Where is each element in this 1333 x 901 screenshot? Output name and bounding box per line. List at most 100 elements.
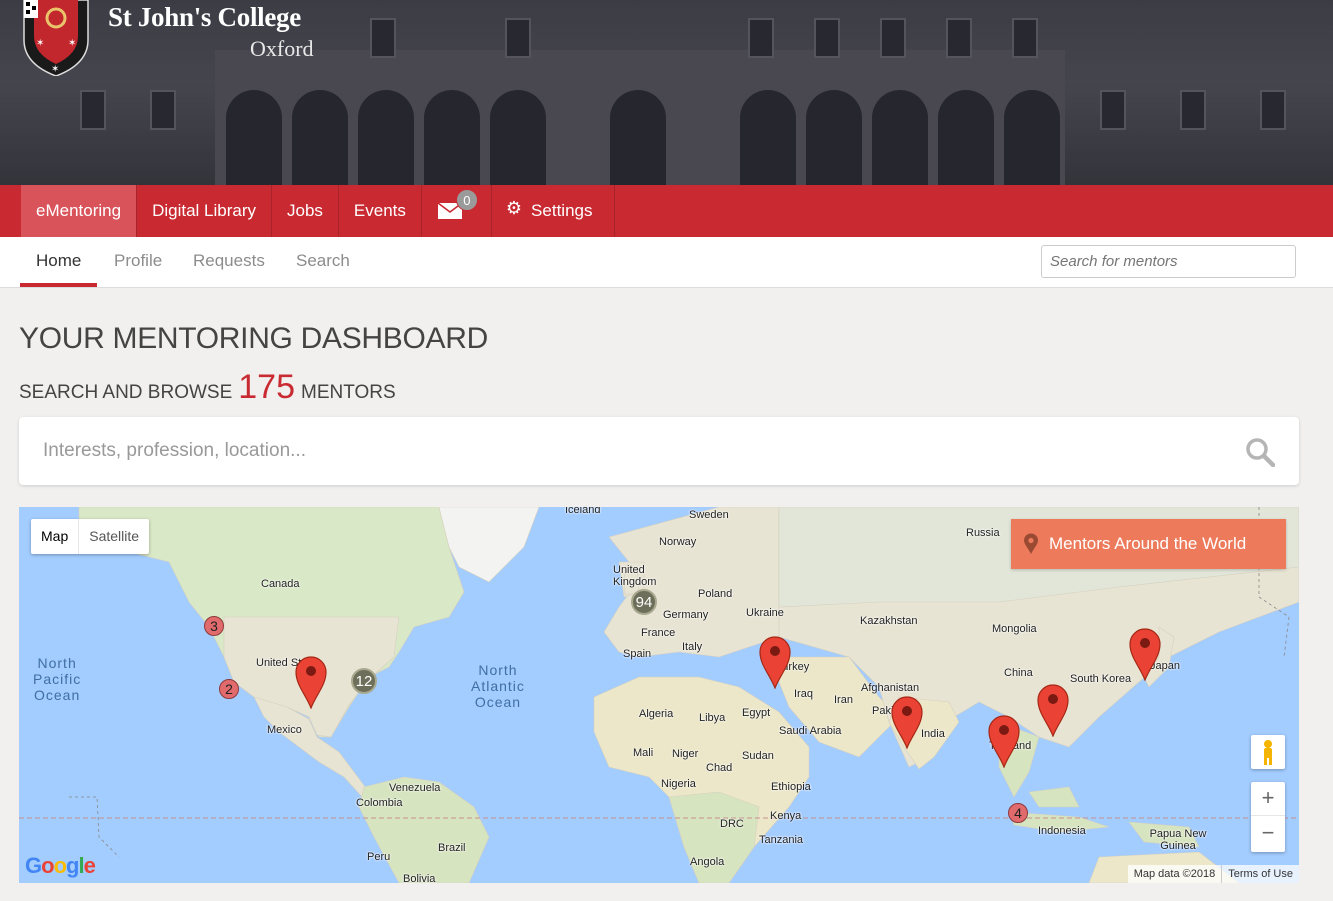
zoom-control: + −	[1251, 782, 1285, 852]
map-label: Egypt	[742, 707, 771, 719]
tab-profile[interactable]: Profile	[114, 237, 162, 287]
gear-icon: ⚙	[505, 198, 523, 218]
map-label: Colombia	[356, 797, 403, 809]
map-label: Nigeria	[661, 778, 696, 790]
mentors-around-world-label: Mentors Around the World	[1049, 534, 1247, 553]
map-marker-icon[interactable]	[1036, 683, 1070, 737]
map-label: Sudan	[742, 750, 774, 762]
map-label: Angola	[690, 856, 725, 868]
map-label: Kazakhstan	[860, 615, 918, 627]
map-label: Indonesia	[1038, 825, 1086, 837]
street-view-pegman[interactable]	[1251, 735, 1285, 769]
terms-of-use-link[interactable]: Terms of Use	[1221, 865, 1299, 883]
map-label: Venezuela	[389, 782, 441, 794]
main-navigation: eMentoring Digital Library Jobs Events 0…	[0, 185, 1333, 237]
college-crest-logo[interactable]: ✶ ✶ ✶	[22, 0, 90, 76]
settings-label: Settings	[531, 201, 593, 220]
page-title: YOUR MENTORING DASHBOARD	[19, 322, 488, 355]
ocean-label: North Pacific Ocean	[33, 655, 82, 703]
browse-heading: SEARCH AND BROWSE 175 MENTORS	[19, 368, 396, 407]
mentor-search-input[interactable]	[1041, 245, 1296, 278]
map-label: Niger	[672, 748, 699, 760]
ocean-label: North Atlantic Ocean	[471, 662, 525, 710]
nav-events[interactable]: Events	[339, 185, 422, 237]
google-logo[interactable]: Google	[25, 853, 96, 879]
map-type-control: Map Satellite	[31, 519, 150, 554]
map-label: Brazil	[438, 842, 466, 854]
tab-requests[interactable]: Requests	[193, 237, 265, 287]
college-name[interactable]: St John's College	[108, 2, 301, 33]
site-header: ✶ ✶ ✶ St John's College Oxford	[0, 0, 1333, 185]
map-label: Libya	[699, 712, 726, 724]
mentor-search-bar	[19, 417, 1299, 485]
map-cluster[interactable]: 12	[351, 668, 377, 694]
mentor-count: 175	[238, 368, 295, 406]
college-subtitle: Oxford	[250, 36, 314, 61]
map-label: Bolivia	[403, 873, 436, 883]
map-marker-icon[interactable]	[1128, 627, 1162, 681]
interests-search-input[interactable]	[43, 435, 1193, 467]
svg-text:✶: ✶	[51, 64, 59, 75]
map-label: France	[641, 627, 676, 639]
map-cluster[interactable]: 4	[1008, 803, 1028, 823]
location-pin-icon	[1024, 533, 1038, 554]
map-label: Italy	[682, 641, 703, 653]
map-label: Chad	[706, 762, 733, 774]
map-marker-icon[interactable]	[294, 655, 328, 709]
map-label: United Kingdom	[613, 564, 657, 588]
sub-navigation: Home Profile Requests Search	[0, 237, 1333, 288]
map-marker-icon[interactable]	[987, 714, 1021, 768]
map-label: Mali	[633, 747, 654, 759]
pegman-icon	[1264, 740, 1272, 765]
map-label: Peru	[367, 851, 391, 863]
browse-suffix: MENTORS	[301, 382, 396, 403]
map-label: China	[1004, 667, 1033, 679]
nav-settings[interactable]: ⚙ Settings	[492, 185, 616, 237]
map-label: Canada	[261, 578, 300, 590]
map-marker-icon[interactable]	[890, 695, 924, 749]
mentor-world-map[interactable]: North Pacific Ocean North Atlantic Ocean…	[19, 507, 1299, 883]
map-attribution: Map data ©2018 Terms of Use	[1127, 865, 1299, 883]
tab-home[interactable]: Home	[20, 237, 98, 287]
map-label: Russia	[966, 527, 1000, 539]
map-type-satellite-button[interactable]: Satellite	[79, 519, 149, 554]
zoom-in-button[interactable]: +	[1251, 782, 1285, 816]
nav-jobs[interactable]: Jobs	[272, 185, 339, 237]
map-label: Sweden	[689, 509, 729, 521]
zoom-out-button[interactable]: −	[1251, 816, 1285, 851]
mentors-around-world-button[interactable]: Mentors Around the World	[1011, 519, 1286, 569]
map-label: Norway	[659, 536, 697, 548]
map-label: DRC	[720, 818, 744, 830]
map-cluster[interactable]: 94	[631, 589, 657, 615]
map-cluster[interactable]: 3	[204, 616, 224, 636]
map-cluster[interactable]: 2	[219, 679, 239, 699]
map-label: Iraq	[794, 688, 813, 700]
map-label: Mexico	[267, 724, 302, 736]
nav-ementoring[interactable]: eMentoring	[21, 185, 138, 237]
map-label: Mongolia	[992, 623, 1037, 635]
map-marker-icon[interactable]	[758, 635, 792, 689]
map-label: Afghanistan	[861, 682, 920, 694]
map-label: Tanzania	[759, 834, 804, 846]
map-label: Iran	[834, 694, 853, 706]
map-label: South Korea	[1070, 673, 1132, 685]
browse-prefix: SEARCH AND BROWSE	[19, 382, 233, 403]
map-label: Papua New Guinea	[1149, 828, 1207, 852]
map-label: Ukraine	[746, 607, 784, 619]
map-label: Algeria	[639, 708, 674, 720]
svg-text:✶: ✶	[68, 38, 76, 49]
search-icon[interactable]	[1245, 437, 1275, 467]
svg-text:✶: ✶	[36, 38, 44, 49]
nav-digital-library[interactable]: Digital Library	[137, 185, 272, 237]
map-label: Poland	[698, 588, 733, 600]
tab-search[interactable]: Search	[296, 237, 350, 287]
map-type-map-button[interactable]: Map	[31, 519, 80, 554]
nav-messages[interactable]: 0	[422, 185, 492, 237]
unread-count-badge: 0	[455, 189, 478, 211]
map-label: Saudi Arabia	[779, 725, 842, 737]
map-label: India	[921, 728, 945, 740]
map-label: Ethiopia	[771, 781, 811, 793]
map-label: Germany	[663, 609, 709, 621]
map-label: Kenya	[770, 810, 802, 822]
map-data-credit: Map data ©2018	[1133, 868, 1216, 880]
